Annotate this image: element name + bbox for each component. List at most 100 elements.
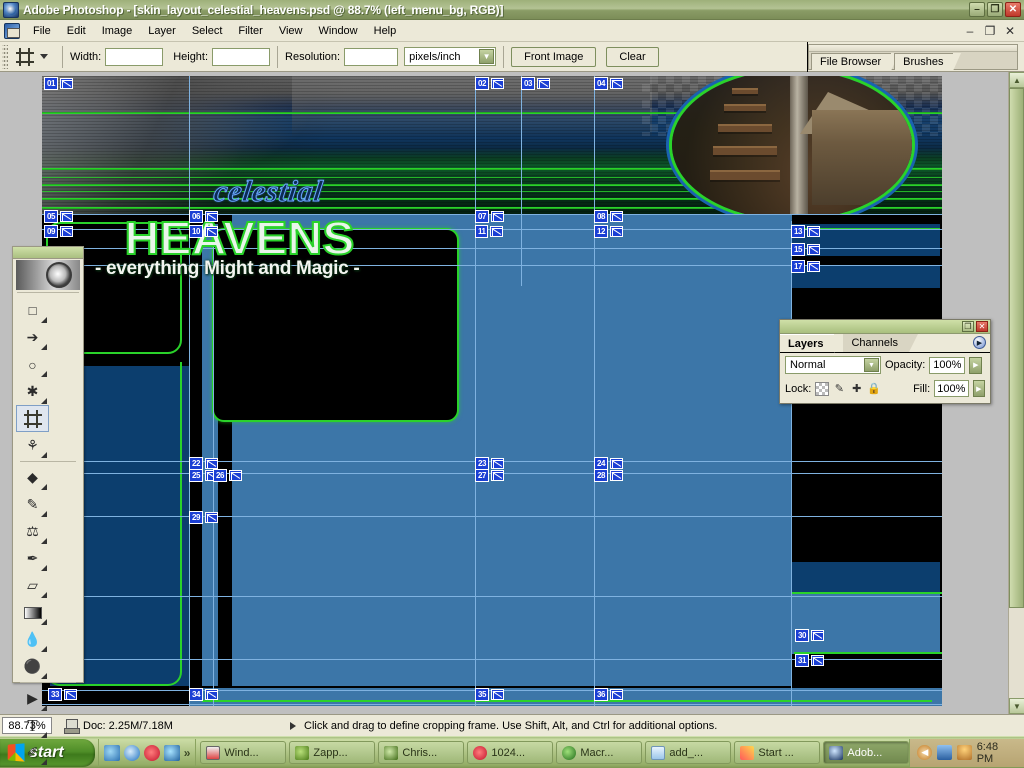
slice-badge[interactable]: 12 bbox=[594, 225, 623, 238]
slice-badge[interactable]: 27 bbox=[475, 469, 504, 482]
menu-window[interactable]: Window bbox=[311, 22, 366, 40]
internet-explorer-icon[interactable] bbox=[123, 744, 140, 761]
slice-badge[interactable]: 06 bbox=[189, 210, 218, 223]
slice-badge[interactable]: 28 bbox=[594, 469, 623, 482]
crop-width-input[interactable] bbox=[105, 47, 164, 66]
slice-badge[interactable]: 22 bbox=[189, 457, 218, 470]
layers-minimize-button[interactable]: ❐ bbox=[962, 321, 974, 332]
task-button[interactable]: Macr... bbox=[556, 741, 643, 764]
mdi-minimize-button[interactable]: – bbox=[963, 24, 977, 38]
restore-button[interactable]: ❐ bbox=[987, 2, 1003, 17]
opacity-slider-arrow-icon[interactable]: ▶ bbox=[969, 356, 983, 374]
lock-transparency-icon[interactable] bbox=[815, 381, 829, 396]
slice-badge[interactable]: 17 bbox=[791, 260, 820, 273]
task-button[interactable]: Wind... bbox=[200, 741, 287, 764]
tab-layers[interactable]: Layers bbox=[780, 334, 845, 353]
slice-badge[interactable]: 07 bbox=[475, 210, 504, 223]
task-button[interactable]: Start ... bbox=[734, 741, 821, 764]
tool-pen[interactable]: ✐ bbox=[16, 739, 49, 766]
tool-healing-brush[interactable]: ◆ bbox=[16, 464, 49, 491]
vertical-scroll-thumb[interactable] bbox=[1009, 88, 1024, 608]
tool-gradient[interactable] bbox=[16, 599, 49, 626]
tool-eraser[interactable]: ▱ bbox=[16, 572, 49, 599]
tool-path-selection[interactable]: ▶ bbox=[16, 685, 49, 712]
slice-badge[interactable]: 08 bbox=[594, 210, 623, 223]
slice-badge[interactable]: 04 bbox=[594, 77, 623, 90]
slice-badge[interactable]: 15 bbox=[791, 243, 820, 256]
task-button[interactable]: Chris... bbox=[378, 741, 465, 764]
layers-close-button[interactable]: ✕ bbox=[976, 321, 988, 332]
show-hidden-icons-icon[interactable]: ◀ bbox=[917, 745, 933, 760]
layers-palette-titlebar[interactable]: ❐ ✕ bbox=[780, 320, 990, 334]
chevron-down-icon[interactable]: ▼ bbox=[864, 358, 879, 372]
task-button-active[interactable]: Adob... bbox=[823, 741, 910, 764]
slice-badge[interactable]: 24 bbox=[594, 457, 623, 470]
menu-view[interactable]: View bbox=[271, 22, 311, 40]
resolution-units-select[interactable]: pixels/inch ▼ bbox=[404, 47, 497, 66]
slice-badge[interactable]: 11 bbox=[475, 225, 504, 238]
vertical-scrollbar[interactable]: ▲ ▼ bbox=[1008, 72, 1024, 714]
slice-badge[interactable]: 29 bbox=[189, 511, 218, 524]
chevron-down-icon[interactable]: ▼ bbox=[479, 49, 495, 64]
fill-value[interactable]: 100% bbox=[934, 380, 969, 397]
palette-menu-icon[interactable]: ▶ bbox=[973, 336, 986, 349]
slice-badge[interactable]: 36 bbox=[594, 688, 623, 701]
menu-select[interactable]: Select bbox=[184, 22, 231, 40]
tool-type[interactable]: T bbox=[16, 712, 49, 739]
task-button[interactable]: Zapp... bbox=[289, 741, 376, 764]
task-button[interactable]: add_... bbox=[645, 741, 732, 764]
tool-move[interactable]: ➔ bbox=[16, 324, 49, 351]
mdi-restore-button[interactable]: ❐ bbox=[983, 24, 997, 38]
network-icon[interactable] bbox=[937, 745, 952, 760]
lock-position-icon[interactable]: ✚ bbox=[850, 382, 863, 396]
tab-file-browser[interactable]: File Browser bbox=[811, 52, 900, 71]
blend-mode-select[interactable]: Normal ▼ bbox=[785, 356, 881, 374]
scroll-up-button[interactable]: ▲ bbox=[1009, 72, 1024, 88]
current-tool-icon[interactable] bbox=[12, 45, 38, 69]
slice-badge[interactable]: 05 bbox=[44, 210, 73, 223]
menu-layer[interactable]: Layer bbox=[140, 22, 184, 40]
toolbox-banner-image[interactable] bbox=[16, 260, 80, 290]
scroll-down-button[interactable]: ▼ bbox=[1009, 698, 1024, 714]
mdi-close-button[interactable]: ✕ bbox=[1003, 24, 1017, 38]
slice-badge[interactable]: 10 bbox=[189, 225, 218, 238]
slice-badge[interactable]: 13 bbox=[791, 225, 820, 238]
clock[interactable]: 6:48 PM bbox=[977, 741, 1017, 765]
tool-dodge[interactable]: ⚫ bbox=[16, 653, 49, 680]
tool-crop[interactable] bbox=[16, 405, 49, 432]
slice-badge[interactable]: 09 bbox=[44, 225, 73, 238]
close-button[interactable]: ✕ bbox=[1005, 2, 1021, 17]
tool-blur[interactable]: 💧 bbox=[16, 626, 49, 653]
tab-brushes[interactable]: Brushes bbox=[894, 52, 962, 71]
quick-launch-overflow-icon[interactable]: » bbox=[184, 746, 191, 760]
tool-preset-chevron-down-icon[interactable] bbox=[40, 54, 48, 59]
toolbox-titlebar[interactable] bbox=[13, 247, 83, 259]
opacity-value[interactable]: 100% bbox=[929, 356, 966, 374]
tool-brush[interactable]: ✎ bbox=[16, 491, 49, 518]
front-image-button[interactable]: Front Image bbox=[511, 46, 597, 67]
crop-resolution-input[interactable] bbox=[344, 47, 399, 66]
slice-badge[interactable]: 30 bbox=[795, 629, 824, 642]
slice-badge[interactable]: 23 bbox=[475, 457, 504, 470]
opera-icon[interactable] bbox=[143, 744, 160, 761]
menu-file[interactable]: File bbox=[25, 22, 59, 40]
tool-history-brush[interactable]: ✒ bbox=[16, 545, 49, 572]
slice-badge[interactable]: 02 bbox=[475, 77, 504, 90]
outlook-icon[interactable] bbox=[163, 744, 180, 761]
status-menu-arrow-icon[interactable] bbox=[290, 721, 296, 730]
tool-slice[interactable]: ⚘ bbox=[16, 432, 49, 459]
slice-badge[interactable]: 31 bbox=[795, 654, 824, 667]
slice-badge[interactable]: 35 bbox=[475, 688, 504, 701]
clear-button[interactable]: Clear bbox=[606, 46, 659, 67]
tool-clone-stamp[interactable]: ⚖ bbox=[16, 518, 49, 545]
slice-badge[interactable]: 34 bbox=[189, 688, 218, 701]
tab-channels[interactable]: Channels bbox=[843, 334, 919, 352]
options-bar-grip[interactable] bbox=[2, 44, 8, 69]
slice-badge[interactable]: 03 bbox=[521, 77, 550, 90]
lock-all-icon[interactable]: 🔒 bbox=[867, 382, 881, 396]
tool-lasso[interactable]: ○ bbox=[16, 351, 49, 378]
tool-marquee[interactable]: □ bbox=[16, 297, 49, 324]
menu-filter[interactable]: Filter bbox=[230, 22, 270, 40]
slice-badge[interactable]: 01 bbox=[44, 77, 73, 90]
fill-slider-arrow-icon[interactable]: ▶ bbox=[972, 380, 986, 397]
